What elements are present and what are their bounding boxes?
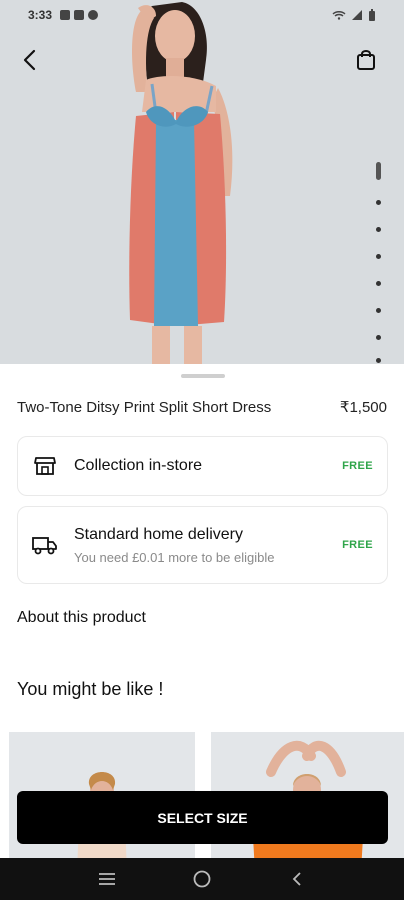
delivery-option-collection[interactable]: Collection in-store FREE	[17, 436, 388, 496]
grid-icon	[60, 10, 71, 20]
youtube-icon	[74, 10, 85, 20]
gallery-dot[interactable]	[376, 200, 381, 205]
system-nav-bar	[0, 858, 404, 900]
signal-icon	[352, 10, 362, 20]
status-bar: 3:33	[0, 0, 404, 30]
product-price: ₹1,500	[339, 399, 387, 416]
battery-icon	[369, 9, 375, 21]
delivery-option-label: Collection in-store	[74, 457, 203, 474]
product-header: Two-Tone Ditsy Print Split Short Dress ₹…	[17, 398, 387, 417]
gallery-dot[interactable]	[376, 308, 381, 313]
gallery-active-indicator	[376, 162, 381, 180]
home-button[interactable]	[187, 864, 217, 894]
product-gallery[interactable]: 3:33	[0, 0, 404, 366]
select-size-button[interactable]: SELECT SIZE	[17, 791, 388, 844]
product-details-sheet: Two-Tone Ditsy Print Split Short Dress ₹…	[0, 364, 404, 872]
bag-button[interactable]	[350, 44, 382, 76]
gallery-pager[interactable]	[374, 162, 384, 363]
delivery-option-sublabel: You need £0.01 more to be eligible	[74, 549, 275, 565]
back-button[interactable]	[14, 44, 46, 76]
product-title: Two-Tone Ditsy Print Split Short Dress	[17, 398, 272, 416]
gallery-dot[interactable]	[376, 254, 381, 259]
delivery-option-home[interactable]: Standard home delivery You need £0.01 mo…	[17, 506, 388, 584]
status-time: 3:33	[28, 8, 53, 22]
gallery-dot[interactable]	[376, 335, 381, 340]
back-arrow-icon	[23, 49, 36, 71]
product-image	[129, 2, 233, 366]
recommendations-heading: You might be like !	[17, 679, 164, 699]
free-badge: FREE	[342, 460, 373, 472]
recent-apps-button[interactable]	[92, 864, 122, 894]
home-circle-icon	[193, 870, 211, 888]
system-back-button[interactable]	[282, 864, 312, 894]
phone-icon	[88, 10, 99, 20]
delivery-option-label: Standard home delivery	[74, 525, 243, 543]
sheet-drag-handle[interactable]	[181, 374, 225, 378]
store-icon	[32, 453, 58, 479]
truck-icon	[32, 532, 58, 558]
free-badge: FREE	[342, 539, 373, 551]
menu-lines-icon	[99, 873, 116, 885]
shopping-bag-icon	[357, 50, 375, 70]
chevron-left-icon	[292, 872, 301, 886]
wifi-icon	[332, 11, 346, 20]
gallery-dot[interactable]	[376, 281, 381, 286]
about-product-link[interactable]: About this product	[17, 609, 146, 627]
gallery-dot[interactable]	[376, 227, 381, 232]
gallery-dot[interactable]	[376, 358, 381, 363]
